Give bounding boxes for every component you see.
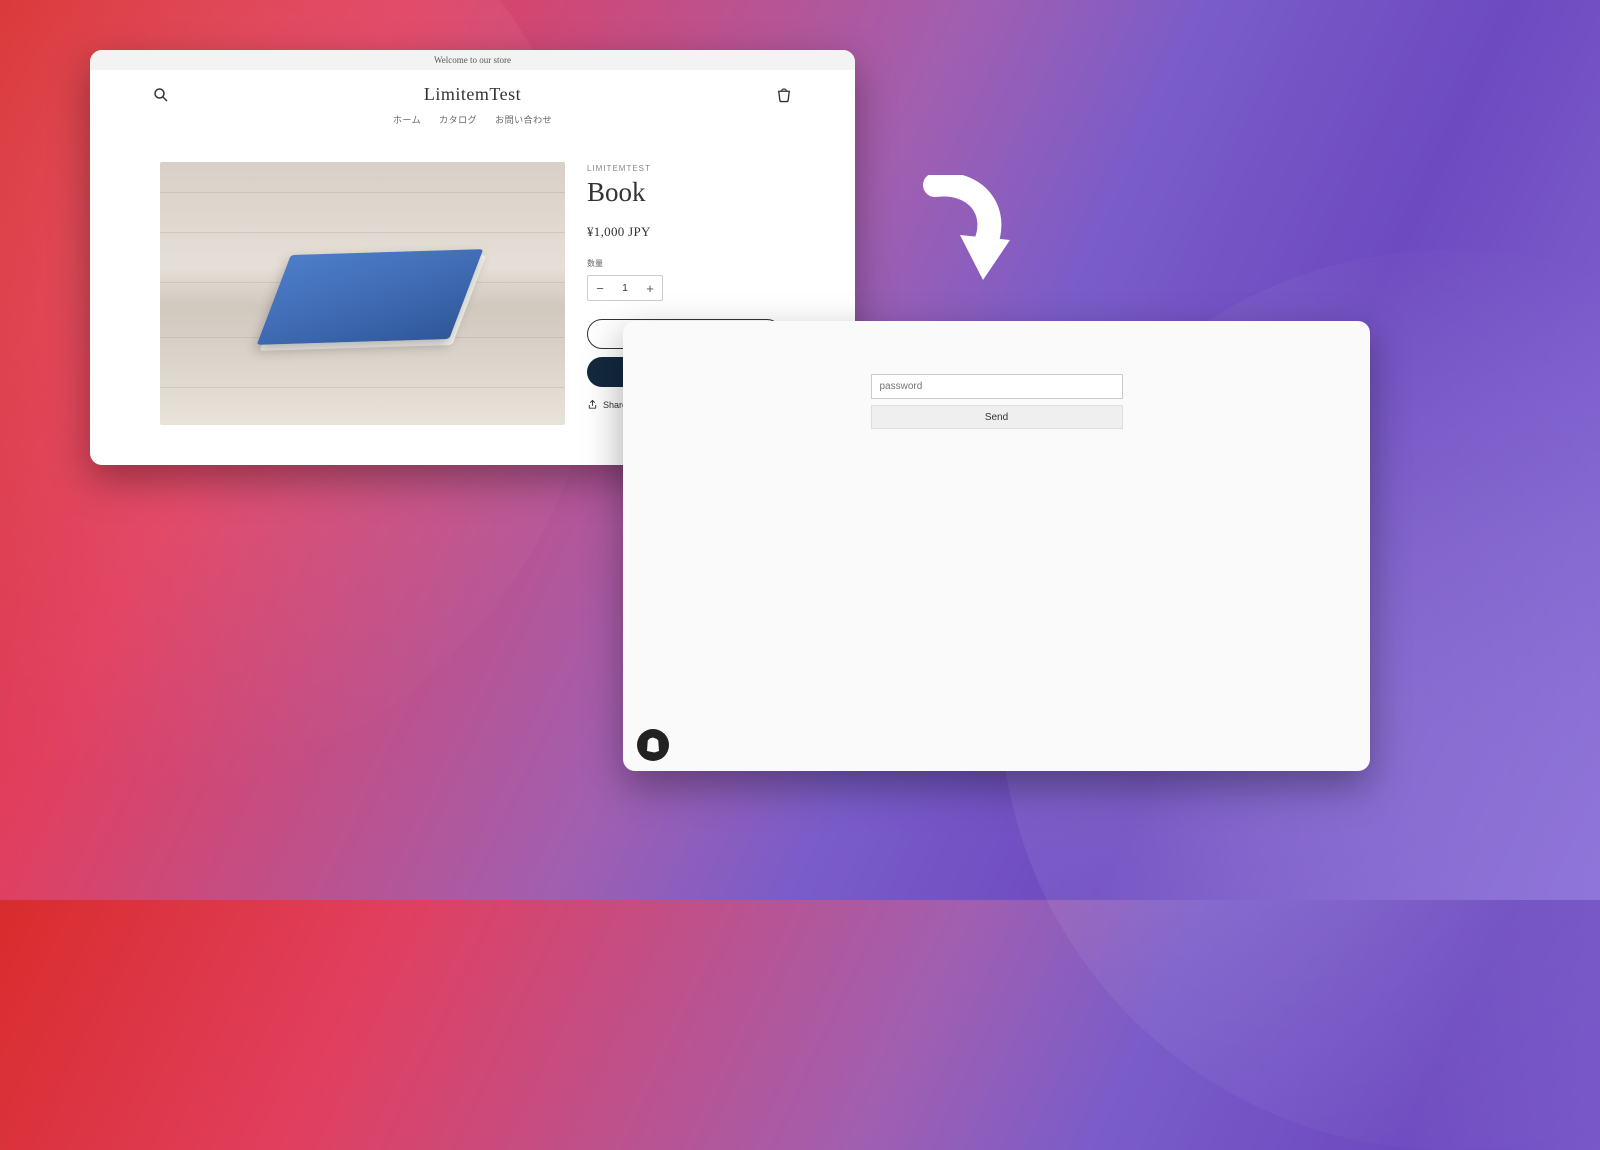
password-window: Send <box>623 321 1370 771</box>
shopify-icon <box>644 736 662 754</box>
store-logo[interactable]: LimitemTest <box>424 84 521 105</box>
announcement-bar: Welcome to our store <box>90 50 855 70</box>
quantity-decrease-button[interactable]: − <box>588 276 612 300</box>
nav-contact[interactable]: お問い合わせ <box>495 113 552 126</box>
nav-home[interactable]: ホーム <box>393 113 421 126</box>
quantity-label: 数量 <box>587 258 785 269</box>
arrow-icon <box>905 175 1025 295</box>
quantity-increase-button[interactable]: + <box>638 276 662 300</box>
password-form: Send <box>871 374 1123 429</box>
buy-now-button[interactable] <box>587 357 627 387</box>
send-button[interactable]: Send <box>871 405 1123 429</box>
product-brand: LIMITEMTEST <box>587 164 785 173</box>
cart-icon[interactable] <box>775 86 793 104</box>
product-image[interactable] <box>160 162 565 425</box>
product-price: ¥1,000 JPY <box>587 224 785 240</box>
quantity-value: 1 <box>612 283 638 294</box>
share-icon <box>587 399 598 410</box>
nav-catalog[interactable]: カタログ <box>439 113 477 126</box>
store-header: LimitemTest <box>90 70 855 113</box>
book-illustration <box>275 222 475 377</box>
search-icon[interactable] <box>152 86 170 104</box>
shopify-badge[interactable] <box>637 729 669 761</box>
product-title: Book <box>587 177 785 208</box>
quantity-stepper: − 1 + <box>587 275 663 301</box>
main-nav: ホーム カタログ お問い合わせ <box>90 113 855 140</box>
password-input[interactable] <box>871 374 1123 399</box>
